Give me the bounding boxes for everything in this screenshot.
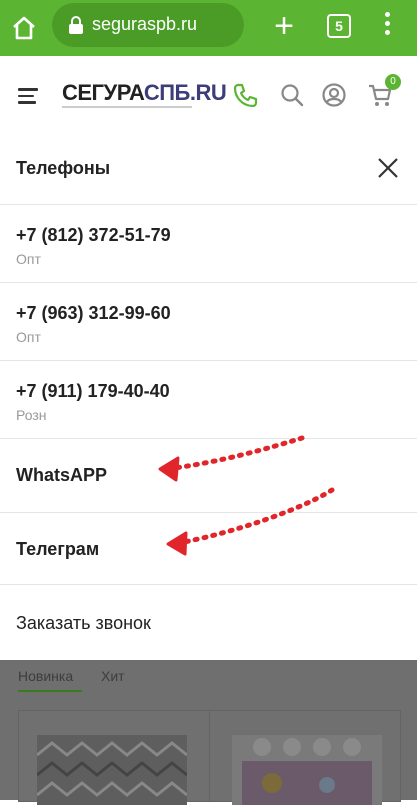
- search-icon[interactable]: [279, 82, 305, 108]
- phone-number[interactable]: +7 (812) 372-51-79: [16, 225, 171, 246]
- tab-new[interactable]: Новинка: [18, 668, 73, 684]
- product-image: [232, 735, 382, 805]
- active-tab-indicator: [18, 690, 82, 692]
- product-card[interactable]: [18, 710, 210, 805]
- phones-panel: Телефоны +7 (812) 372-51-79 Опт +7 (963)…: [0, 132, 417, 660]
- site-header: СЕГУРАСПБ.RU 0: [0, 56, 417, 133]
- phone-row[interactable]: +7 (812) 372-51-79 Опт: [0, 204, 417, 283]
- hamburger-menu-icon[interactable]: [18, 88, 38, 104]
- tab-hit[interactable]: Хит: [101, 668, 125, 684]
- site-logo[interactable]: СЕГУРАСПБ.RU: [62, 80, 227, 106]
- phone-number[interactable]: +7 (963) 312-99-60: [16, 303, 171, 324]
- phone-label: Розн: [16, 407, 47, 423]
- logo-accent-text: СПБ.RU: [143, 80, 227, 105]
- logo-underline: [62, 106, 192, 108]
- whatsapp-link[interactable]: WhatsAPP: [16, 465, 107, 486]
- home-icon[interactable]: [10, 14, 38, 42]
- new-tab-button[interactable]: +: [270, 9, 298, 43]
- phone-row[interactable]: +7 (911) 179-40-40 Розн: [0, 360, 417, 439]
- product-image: [37, 735, 187, 805]
- page-overlay[interactable]: Новинка Хит: [0, 660, 417, 805]
- url-text: seguraspb.ru: [92, 14, 198, 34]
- phone-number[interactable]: +7 (911) 179-40-40: [16, 381, 170, 402]
- logo-text: СЕГУРА: [62, 80, 144, 105]
- account-icon[interactable]: [321, 82, 347, 108]
- cart-count-badge: 0: [385, 74, 401, 90]
- address-bar[interactable]: seguraspb.ru: [52, 3, 244, 47]
- panel-title: Телефоны: [16, 158, 111, 178]
- lock-icon: [69, 16, 83, 34]
- browser-toolbar: seguraspb.ru + 5: [0, 0, 417, 56]
- telegram-link[interactable]: Телеграм: [16, 539, 99, 560]
- phone-label: Опт: [16, 329, 41, 345]
- tab-switcher-button[interactable]: 5: [327, 14, 351, 38]
- product-card[interactable]: [209, 710, 401, 805]
- telegram-row[interactable]: Телеграм: [0, 512, 417, 585]
- phone-label: Опт: [16, 251, 41, 267]
- phone-row[interactable]: +7 (963) 312-99-60 Опт: [0, 282, 417, 361]
- phone-icon[interactable]: [232, 82, 258, 108]
- close-icon[interactable]: [376, 156, 400, 180]
- more-menu-icon[interactable]: [385, 12, 393, 42]
- callback-row[interactable]: Заказать звонок: [0, 584, 417, 661]
- whatsapp-row[interactable]: WhatsAPP: [0, 438, 417, 513]
- callback-link[interactable]: Заказать звонок: [16, 613, 151, 634]
